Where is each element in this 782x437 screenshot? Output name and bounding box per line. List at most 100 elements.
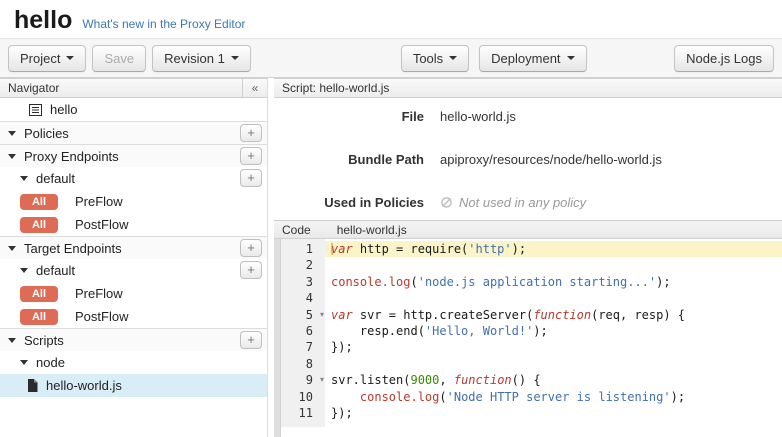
bundle-path-value: apiproxy/resources/node/hello-world.js — [440, 152, 662, 167]
used-in-policies-label: Used in Policies — [274, 195, 424, 210]
line-number[interactable]: 5▾ — [281, 307, 325, 323]
code-header-label: Code — [282, 223, 311, 237]
fold-arrow-icon[interactable]: ▾ — [320, 372, 324, 388]
toolbar: Project Save Revision 1 Tools Deployment… — [0, 38, 782, 78]
nav-section-target-endpoints[interactable]: Target Endpoints + — [0, 236, 267, 259]
code-line[interactable]: console.log('Node HTTP server is listeni… — [325, 389, 782, 405]
nav-item-label: PreFlow — [75, 286, 123, 301]
nav-section-scripts[interactable]: Scripts + — [0, 328, 267, 351]
add-target-endpoint-button[interactable]: + — [240, 239, 262, 257]
main-area: Navigator « hello Policies + Proxy Endpo… — [0, 78, 782, 437]
page-header: hello What's new in the Proxy Editor — [0, 0, 782, 38]
line-number: 1 — [281, 241, 325, 257]
code-line[interactable]: svr.listen(9000, function() { — [325, 372, 782, 388]
tools-menu-button[interactable]: Tools — [401, 45, 469, 72]
line-number: 11 — [281, 405, 325, 421]
nav-item-target-preflow[interactable]: All PreFlow — [0, 282, 267, 305]
nav-item-proxy-postflow[interactable]: All PostFlow — [0, 213, 267, 236]
nav-group-label: default — [36, 171, 75, 186]
chevron-down-icon — [567, 56, 575, 60]
nav-group-node[interactable]: node — [0, 351, 267, 374]
bundle-path-label: Bundle Path — [274, 152, 424, 167]
nav-group-label: node — [36, 355, 65, 370]
code-line[interactable]: console.log('node.js application startin… — [325, 274, 782, 290]
chevron-down-icon — [449, 56, 457, 60]
broken-link-icon — [440, 196, 453, 209]
nav-section-policies[interactable]: Policies + — [0, 121, 267, 144]
chevron-down-icon — [8, 246, 16, 251]
deployment-menu-label: Deployment — [491, 51, 560, 66]
script-panel-title: Script: hello-world.js — [282, 81, 389, 95]
code-line[interactable] — [325, 356, 782, 372]
revision-menu-button[interactable]: Revision 1 — [152, 45, 251, 72]
code-line[interactable]: }); — [325, 405, 782, 421]
save-button[interactable]: Save — [92, 45, 146, 72]
fold-arrow-icon[interactable]: ▾ — [320, 307, 324, 323]
nav-item-target-postflow[interactable]: All PostFlow — [0, 305, 267, 328]
detail-row-file: File hello-world.js — [274, 109, 782, 124]
code-line[interactable] — [325, 257, 782, 273]
navigator-header: Navigator « — [0, 78, 267, 98]
script-panel-header: Script: hello-world.js — [274, 78, 782, 98]
script-details: File hello-world.js Bundle Path apiproxy… — [274, 98, 782, 220]
add-flow-button[interactable]: + — [240, 261, 262, 279]
nav-section-proxy-endpoints[interactable]: Proxy Endpoints + — [0, 144, 267, 167]
line-number: 8 — [281, 356, 325, 372]
nav-item-bundle[interactable]: hello — [0, 98, 267, 121]
tools-menu-label: Tools — [413, 51, 443, 66]
navigator-title: Navigator — [8, 81, 59, 95]
nav-section-label: Scripts — [24, 333, 64, 348]
nodejs-logs-button[interactable]: Node.js Logs — [674, 45, 774, 72]
deployment-menu-button[interactable]: Deployment — [479, 45, 586, 72]
nav-section-label: Target Endpoints — [24, 241, 122, 256]
whats-new-link[interactable]: What's new in the Proxy Editor — [82, 17, 245, 31]
nav-item-proxy-preflow[interactable]: All PreFlow — [0, 190, 267, 213]
line-number: 6 — [281, 323, 325, 339]
line-number: 10 — [281, 389, 325, 405]
code-line[interactable] — [325, 290, 782, 306]
chevron-down-icon — [231, 56, 239, 60]
line-number: 2 — [281, 257, 325, 273]
file-value: hello-world.js — [440, 109, 516, 124]
used-in-policies-value: Not used in any policy — [440, 195, 586, 210]
detail-row-used-in-policies: Used in Policies Not used in any policy — [274, 195, 782, 210]
code-editor[interactable]: 12345▾6789▾1011 var http = require('http… — [274, 239, 782, 437]
add-flow-button[interactable]: + — [240, 169, 262, 187]
code-line[interactable]: var http = require('http'); — [325, 241, 782, 257]
chevron-down-icon — [8, 154, 16, 159]
revision-menu-label: Revision 1 — [164, 51, 225, 66]
code-line[interactable]: resp.end('Hello, World!'); — [325, 323, 782, 339]
add-script-button[interactable]: + — [240, 331, 262, 349]
code-filename: hello-world.js — [337, 223, 407, 237]
chevron-down-icon — [20, 268, 28, 273]
project-menu-button[interactable]: Project — [8, 45, 86, 72]
chevron-down-icon — [20, 176, 28, 181]
nav-item-label: hello-world.js — [46, 378, 122, 393]
line-number: 7 — [281, 339, 325, 355]
nav-item-label: PostFlow — [75, 309, 128, 324]
nav-group-proxy-default[interactable]: default + — [0, 167, 267, 190]
flow-count-badge: All — [20, 194, 58, 210]
line-number[interactable]: 9▾ — [281, 372, 325, 388]
file-label: File — [274, 109, 424, 124]
nav-section-label: Policies — [24, 126, 69, 141]
collapse-panel-button[interactable]: « — [242, 79, 267, 97]
add-policy-button[interactable]: + — [240, 124, 262, 142]
chevron-down-icon — [20, 360, 28, 365]
code-header: Code hello-world.js — [274, 220, 782, 239]
code-line[interactable]: }); — [325, 339, 782, 355]
flow-count-badge: All — [20, 286, 58, 302]
add-proxy-endpoint-button[interactable]: + — [240, 147, 262, 165]
chevron-down-icon — [8, 131, 16, 136]
code-line[interactable]: var svr = http.createServer(function(req… — [325, 307, 782, 323]
nav-item-label: PostFlow — [75, 217, 128, 232]
chevron-down-icon — [66, 56, 74, 60]
code-lines[interactable]: var http = require('http'); console.log('… — [325, 239, 782, 437]
line-number: 3 — [281, 274, 325, 290]
chevron-down-icon — [8, 338, 16, 343]
flow-count-badge: All — [20, 217, 58, 233]
nav-item-script-file[interactable]: hello-world.js — [0, 374, 267, 397]
used-in-policies-text: Not used in any policy — [459, 195, 586, 210]
nav-group-label: default — [36, 263, 75, 278]
nav-group-target-default[interactable]: default + — [0, 259, 267, 282]
